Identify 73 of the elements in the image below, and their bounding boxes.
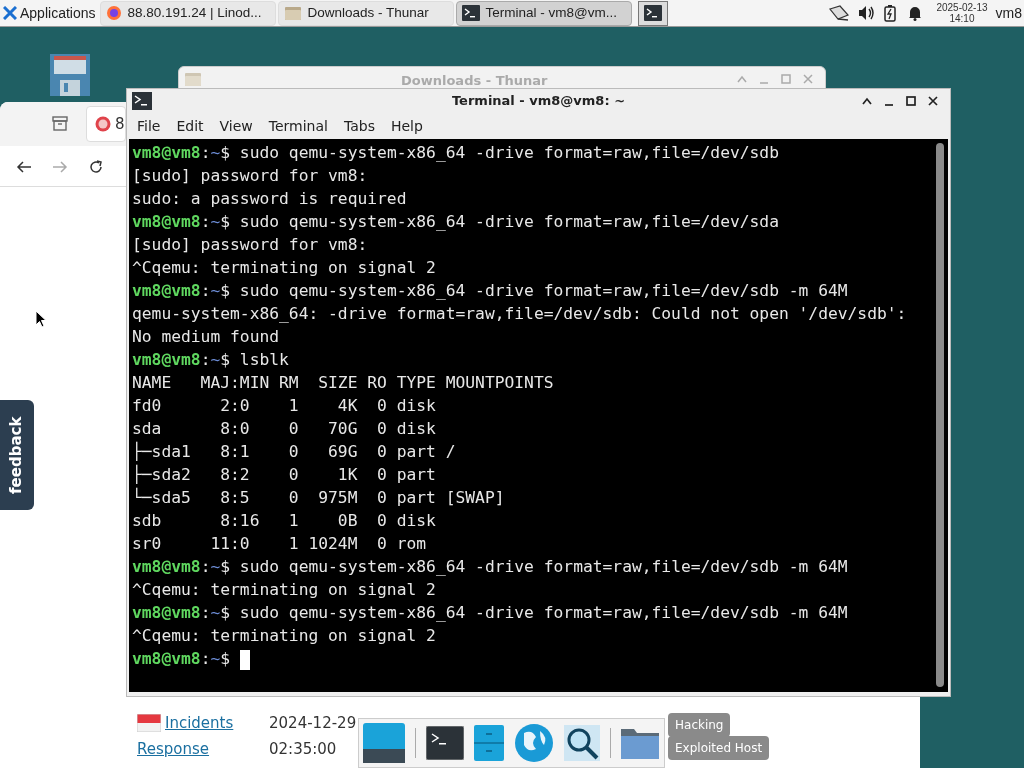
- output-line: NAME MAJ:MIN RM SIZE RO TYPE MOUNTPOINTS: [132, 372, 555, 394]
- date-text: 2024-12-29: [269, 713, 357, 734]
- terminal-icon[interactable]: [425, 726, 464, 760]
- menu-item[interactable]: Edit: [170, 115, 210, 137]
- clock-time[interactable]: 14:10: [949, 13, 975, 24]
- output-line: sr0 11:0 1 1024M 0 rom: [132, 533, 428, 555]
- output-line: ^Cqemu: terminating on signal 2: [132, 257, 437, 279]
- output-line: ^Cqemu: terminating on signal 2: [132, 625, 437, 647]
- output-line: ├─sda1 8:1 0 69G 0 part /: [132, 440, 457, 463]
- mouse-pointer-icon: [35, 310, 47, 328]
- applications-menu[interactable]: Applications: [0, 0, 100, 26]
- output-line: fd0 2:0 1 4K 0 disk: [132, 395, 437, 417]
- command-line: vm8@vm8:~$ sudo qemu-system-x86_64 -drive format=raw,file=/dev/sdb -m 64M: [132, 556, 849, 578]
- output-line: sudo: a password is required: [132, 188, 408, 210]
- magnifier-icon[interactable]: [563, 725, 600, 761]
- battery-icon[interactable]: [884, 4, 897, 22]
- command-line: vm8@vm8:~$ sudo qemu-system-x86_64 -drive format=raw,file=/dev/sda: [132, 211, 780, 233]
- output-line: qemu-system-x86_64: -drive format=raw,file=/dev/sdb: Could not open '/dev/sdb':: [132, 303, 908, 325]
- incidents-link[interactable]: Incidents: [165, 712, 234, 735]
- prompt-line: vm8@vm8:~$: [132, 647, 948, 670]
- output-line: No medium found: [132, 326, 281, 348]
- output-line: [sudo] password for vm8:: [132, 234, 369, 256]
- text-cursor: [239, 649, 250, 670]
- browser-tab[interactable]: 8: [86, 106, 126, 142]
- task-button[interactable]: 88.80.191.24 | Linod...: [99, 0, 276, 26]
- window-title: Downloads - Thunar: [401, 72, 548, 90]
- output-line: sdb 8:16 1 0B 0 disk: [132, 510, 437, 532]
- terminal-icon: [461, 5, 480, 21]
- menu-item[interactable]: Tabs: [337, 115, 381, 137]
- show-desktop-icon[interactable]: [363, 723, 405, 763]
- menu-item[interactable]: File: [131, 115, 167, 137]
- output-line: ├─sda2 8:2 0 1K 0 part: [132, 463, 437, 486]
- folder-icon: [283, 5, 302, 21]
- notification-bell-icon[interactable]: [908, 5, 923, 21]
- tag-label: Hacking: [668, 713, 731, 737]
- feedback-tab[interactable]: feedback: [0, 400, 34, 510]
- file-cabinet-icon[interactable]: [473, 725, 504, 761]
- volume-icon[interactable]: [858, 5, 877, 21]
- back-icon[interactable]: [16, 160, 32, 174]
- output-line: ^Cqemu: terminating on signal 2: [132, 579, 437, 601]
- site-icon: [95, 116, 111, 132]
- tab-list-icon[interactable]: [51, 116, 69, 132]
- user-name[interactable]: vm8: [995, 2, 1024, 24]
- command-line: vm8@vm8:~$ sudo qemu-system-x86_64 -drive format=raw,file=/dev/sdb: [132, 142, 780, 164]
- terminal-icon: [643, 5, 662, 21]
- time-text: 02:35:00: [269, 739, 337, 760]
- output-line: sda 8:0 0 70G 0 disk: [132, 418, 437, 440]
- reload-icon[interactable]: [88, 159, 104, 175]
- output-line: └─sda5 8:5 0 975M 0 part [SWAP]: [132, 486, 506, 509]
- response-link[interactable]: Response: [137, 738, 210, 761]
- tag-label: Exploited Host: [668, 736, 770, 760]
- flag-icon: [137, 714, 161, 732]
- command-line: vm8@vm8:~$ sudo qemu-system-x86_64 -drive format=raw,file=/dev/sdb -m 64M: [132, 602, 849, 624]
- task-button[interactable]: Terminal - vm8@vm...: [455, 0, 632, 26]
- terminal-icon: [132, 92, 152, 110]
- window-title: Terminal - vm8@vm8: ~: [451, 92, 626, 111]
- globe-icon[interactable]: [513, 723, 554, 763]
- menu-item[interactable]: Terminal: [262, 115, 334, 137]
- window-controls-icon[interactable]: [861, 95, 941, 107]
- command-line: vm8@vm8:~$ sudo qemu-system-x86_64 -drive format=raw,file=/dev/sdb -m 64M: [132, 280, 849, 302]
- command-line: vm8@vm8:~$ lsblk: [132, 349, 290, 371]
- xfce-logo-icon: [3, 6, 17, 20]
- menu-item[interactable]: Help: [384, 115, 429, 137]
- task-button[interactable]: Downloads - Thunar: [277, 0, 454, 26]
- scrollbar-thumb[interactable]: [936, 143, 944, 687]
- network-icon[interactable]: [828, 5, 851, 21]
- terminal-launcher-button[interactable]: [637, 0, 668, 26]
- folder-icon: [184, 71, 202, 87]
- menu-item[interactable]: View: [213, 115, 259, 137]
- clock-date[interactable]: 2025-02-13: [936, 2, 988, 13]
- folder-icon[interactable]: [620, 726, 660, 760]
- browser-icon: [105, 5, 122, 21]
- output-line: [sudo] password for vm8:: [132, 165, 369, 187]
